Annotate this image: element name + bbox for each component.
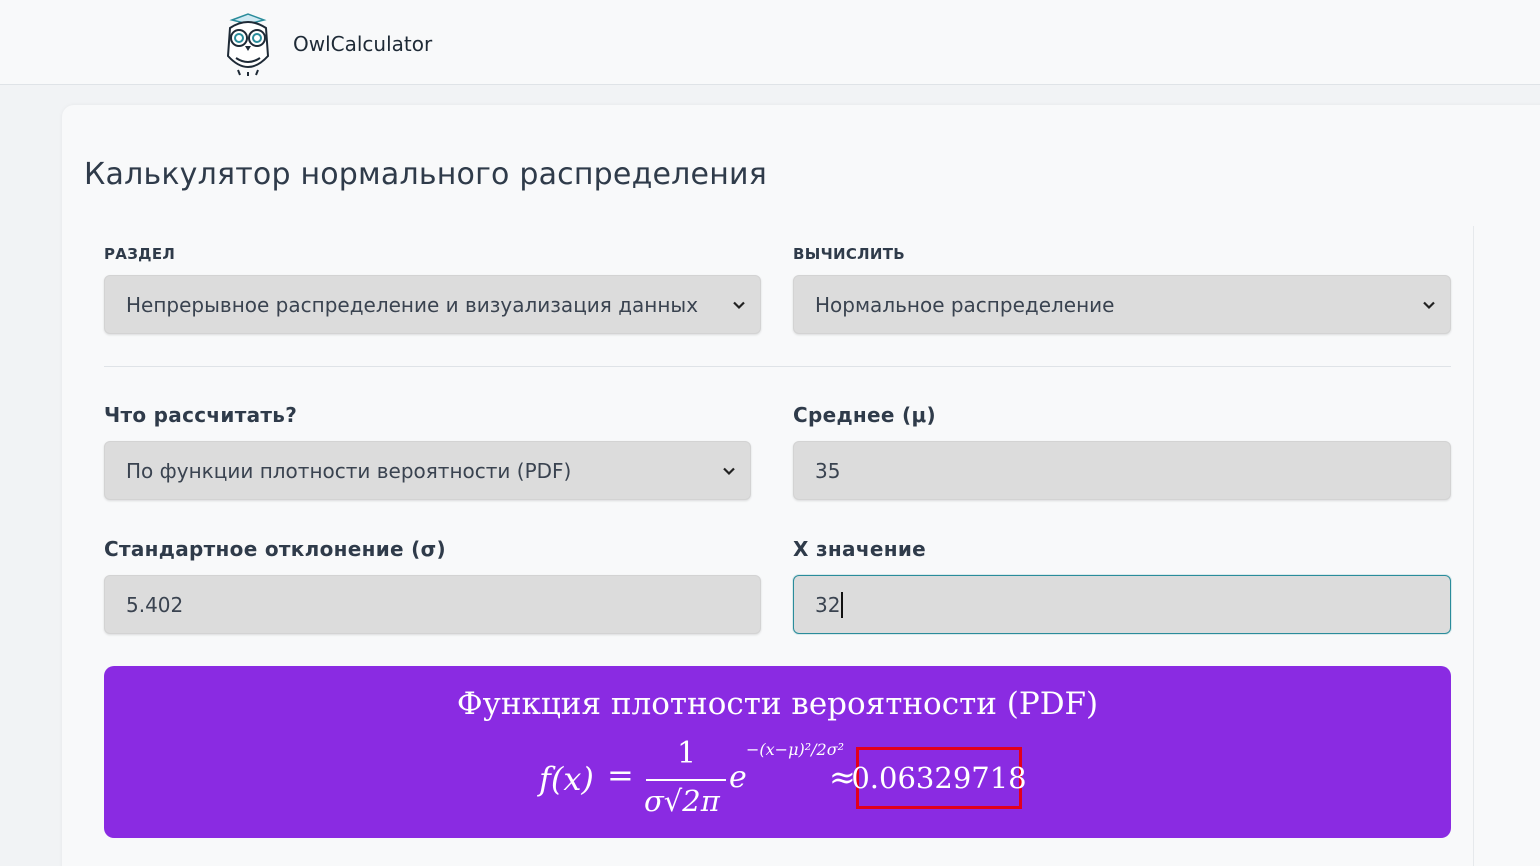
what-select-value: По функции плотности вероятности (PDF) bbox=[126, 458, 572, 483]
formula-exponent: −(x−μ)²/2σ² bbox=[746, 740, 845, 759]
formula-exp-base: e bbox=[729, 760, 747, 795]
formula-denominator: σ√2π bbox=[644, 784, 720, 818]
what-label: Что рассчитать? bbox=[104, 403, 298, 427]
chevron-down-icon bbox=[1423, 301, 1435, 310]
owl-logo-icon bbox=[226, 13, 270, 76]
stddev-input[interactable]: 5.402 bbox=[104, 575, 761, 634]
divider bbox=[104, 366, 1451, 367]
result-panel: Функция плотности вероятности (PDF) f(x)… bbox=[104, 666, 1451, 838]
formula-lhs: f(x) bbox=[539, 760, 594, 798]
section-label: РАЗДЕЛ bbox=[104, 245, 176, 263]
brand-name: OwlCalculator bbox=[293, 32, 433, 56]
x-value-input[interactable]: 32 bbox=[793, 575, 1451, 634]
compute-select-value: Нормальное распределение bbox=[815, 292, 1115, 317]
stddev-input-value: 5.402 bbox=[126, 592, 184, 617]
page-title: Калькулятор нормального распределения bbox=[84, 157, 767, 192]
fraction-bar bbox=[646, 779, 726, 781]
what-select[interactable]: По функции плотности вероятности (PDF) bbox=[104, 441, 751, 500]
compute-label: ВЫЧИСЛИТЬ bbox=[793, 245, 906, 263]
result-title: Функция плотности вероятности (PDF) bbox=[456, 686, 1099, 722]
chevron-down-icon bbox=[723, 467, 735, 476]
section-select[interactable]: Непрерывное распределение и визуализация… bbox=[104, 275, 761, 334]
x-value-label: X значение bbox=[793, 537, 927, 561]
formula-numerator: 1 bbox=[677, 736, 697, 771]
mean-input[interactable]: 35 bbox=[793, 441, 1451, 500]
top-bar: OwlCalculator bbox=[0, 0, 1540, 85]
x-value-input-value: 32 bbox=[815, 592, 841, 617]
compute-select[interactable]: Нормальное распределение bbox=[793, 275, 1451, 334]
result-value: 0.06329718 bbox=[851, 747, 1027, 809]
mean-label: Среднее (μ) bbox=[793, 403, 936, 427]
mean-input-value: 35 bbox=[815, 458, 841, 483]
section-select-value: Непрерывное распределение и визуализация… bbox=[126, 292, 699, 317]
brand-link[interactable]: OwlCalculator bbox=[222, 12, 432, 76]
stddev-label: Стандартное отклонение (σ) bbox=[104, 537, 446, 561]
chevron-down-icon bbox=[733, 301, 745, 310]
formula-equals: = bbox=[607, 756, 634, 794]
text-cursor bbox=[841, 591, 844, 618]
